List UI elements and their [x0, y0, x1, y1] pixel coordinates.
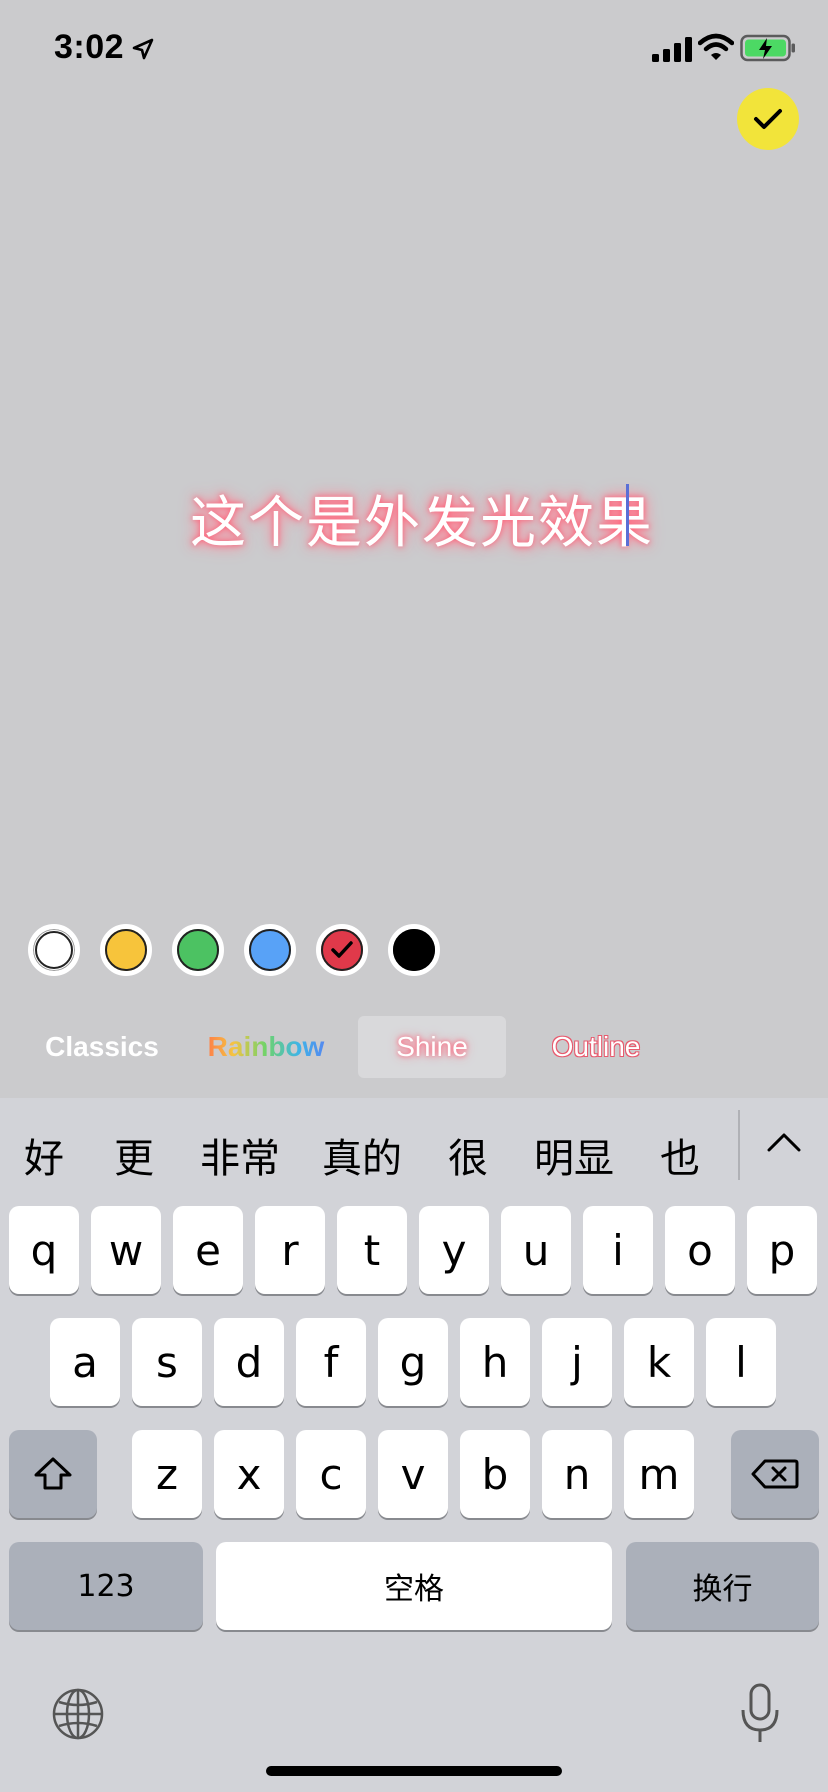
- key-k[interactable]: k: [624, 1318, 694, 1406]
- key-c[interactable]: c: [296, 1430, 366, 1518]
- candidate-item[interactable]: 非常: [200, 1126, 280, 1184]
- status-time: 3:02: [54, 28, 125, 66]
- swatch-white[interactable]: [28, 924, 80, 976]
- key-z[interactable]: z: [132, 1430, 202, 1518]
- home-indicator: [266, 1766, 562, 1776]
- done-button[interactable]: [737, 88, 799, 150]
- text-caret: [626, 484, 629, 546]
- key-a[interactable]: a: [50, 1318, 120, 1406]
- key-o[interactable]: o: [665, 1206, 735, 1294]
- candidate-item[interactable]: 真的: [322, 1126, 402, 1184]
- swatch-yellow[interactable]: [100, 924, 152, 976]
- key-q[interactable]: q: [9, 1206, 79, 1294]
- text-style-tabs: Classics Rainbow Shine Outline: [0, 1016, 828, 1080]
- tab-shine[interactable]: Shine: [358, 1016, 506, 1078]
- key-s[interactable]: s: [132, 1318, 202, 1406]
- battery-charging-icon: [740, 34, 795, 62]
- key-j[interactable]: j: [542, 1318, 612, 1406]
- candidate-item[interactable]: 更: [114, 1126, 154, 1184]
- swatch-red[interactable]: [316, 924, 368, 976]
- key-t[interactable]: t: [337, 1206, 407, 1294]
- microphone-icon[interactable]: [740, 1682, 780, 1746]
- candidate-bar: 好 更 非常 真的 很 明显 也: [0, 1098, 828, 1206]
- key-w[interactable]: w: [91, 1206, 161, 1294]
- numbers-key[interactable]: 123: [9, 1542, 203, 1630]
- candidate-item[interactable]: 好: [24, 1126, 64, 1184]
- key-b[interactable]: b: [460, 1430, 530, 1518]
- key-n[interactable]: n: [542, 1430, 612, 1518]
- checkmark-icon: [754, 109, 782, 129]
- key-i[interactable]: i: [583, 1206, 653, 1294]
- key-l[interactable]: l: [706, 1318, 776, 1406]
- candidate-item[interactable]: 很: [448, 1126, 488, 1184]
- key-r[interactable]: r: [255, 1206, 325, 1294]
- tab-outline[interactable]: Outline: [540, 1016, 652, 1078]
- backspace-key[interactable]: [731, 1430, 819, 1518]
- cellular-signal-icon: [652, 37, 692, 62]
- key-e[interactable]: e: [173, 1206, 243, 1294]
- canvas-text-input[interactable]: 这个是外发光效果: [190, 478, 654, 559]
- globe-icon[interactable]: [50, 1686, 106, 1742]
- swatch-blue[interactable]: [244, 924, 296, 976]
- wifi-icon: [698, 33, 734, 60]
- swatch-black[interactable]: [388, 924, 440, 976]
- key-g[interactable]: g: [378, 1318, 448, 1406]
- return-key[interactable]: 换行: [626, 1542, 819, 1630]
- candidate-item[interactable]: 也: [660, 1126, 700, 1184]
- key-y[interactable]: y: [419, 1206, 489, 1294]
- color-swatch-row: [28, 924, 440, 976]
- key-x[interactable]: x: [214, 1430, 284, 1518]
- key-m[interactable]: m: [624, 1430, 694, 1518]
- keyboard: 好 更 非常 真的 很 明显 也 q w e r t y u i o p a s…: [0, 1098, 828, 1792]
- key-p[interactable]: p: [747, 1206, 817, 1294]
- swatch-green[interactable]: [172, 924, 224, 976]
- shift-arrow-icon: [34, 1457, 72, 1490]
- chevron-up-icon[interactable]: [766, 1128, 802, 1156]
- key-d[interactable]: d: [214, 1318, 284, 1406]
- key-f[interactable]: f: [296, 1318, 366, 1406]
- candidate-divider: [738, 1110, 740, 1180]
- location-arrow-icon: [132, 38, 154, 60]
- key-u[interactable]: u: [501, 1206, 571, 1294]
- status-bar: 3:02: [0, 0, 828, 100]
- tab-classics[interactable]: Classics: [40, 1016, 164, 1078]
- key-h[interactable]: h: [460, 1318, 530, 1406]
- key-v[interactable]: v: [378, 1430, 448, 1518]
- shift-key[interactable]: [9, 1430, 97, 1518]
- candidate-item[interactable]: 明显: [534, 1126, 614, 1184]
- delete-backward-icon: [751, 1459, 799, 1489]
- space-key[interactable]: 空格: [216, 1542, 612, 1630]
- selected-check-icon: [331, 941, 353, 958]
- tab-rainbow[interactable]: Rainbow: [200, 1016, 332, 1078]
